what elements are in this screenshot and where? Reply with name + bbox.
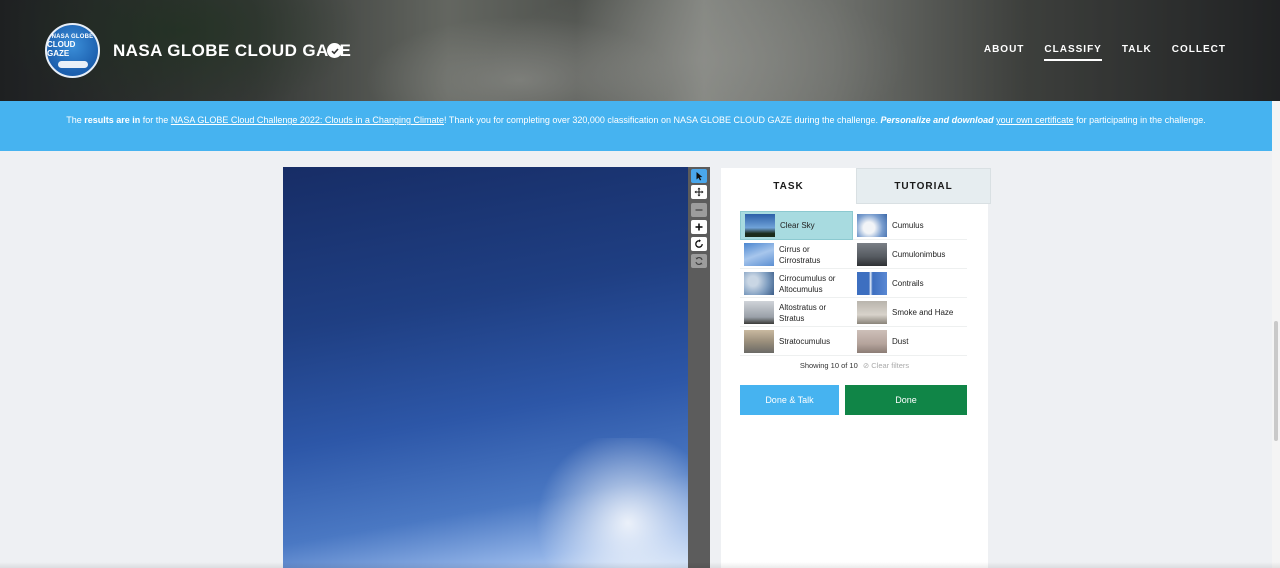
choice-thumbnail <box>857 243 887 266</box>
choice-stratocumulus[interactable]: Stratocumulus <box>740 327 853 356</box>
nav-collect[interactable]: COLLECT <box>1172 44 1226 61</box>
announcement-banner: The results are in for the NASA GLOBE Cl… <box>0 101 1272 151</box>
choice-cumulonimbus[interactable]: Cumulonimbus <box>853 240 966 269</box>
choice-dust[interactable]: Dust <box>853 327 966 356</box>
project-logo[interactable]: NASA GLOBE CLOUD GAZE <box>45 23 100 78</box>
project-nav: ABOUT CLASSIFY TALK COLLECT <box>984 44 1226 61</box>
choice-thumbnail <box>857 214 887 237</box>
challenge-link[interactable]: NASA GLOBE Cloud Challenge 2022: Clouds … <box>171 115 444 125</box>
choice-thumbnail <box>744 272 774 295</box>
subject-image[interactable] <box>283 167 688 568</box>
reset-view-icon[interactable] <box>691 254 707 268</box>
choice-thumbnail <box>857 301 887 324</box>
choice-cumulus[interactable]: Cumulus <box>853 211 966 240</box>
choice-contrails[interactable]: Contrails <box>853 269 966 298</box>
task-tabs: TASK TUTORIAL <box>721 168 991 204</box>
page-scrollbar[interactable] <box>1272 101 1280 568</box>
bottom-shadow <box>0 562 1280 568</box>
filter-status: Showing 10 of 10 ⊘ Clear filters <box>799 361 910 370</box>
pan-tool-icon[interactable] <box>691 185 707 199</box>
certificate-link[interactable]: your own certificate <box>996 115 1074 125</box>
choice-thumbnail <box>857 272 887 295</box>
done-button[interactable]: Done <box>845 385 967 415</box>
clear-filters-button[interactable]: ⊘ Clear filters <box>863 361 909 370</box>
project-title[interactable]: NASA GLOBE CLOUD GAZE <box>113 41 351 61</box>
choice-smoke-haze[interactable]: Smoke and Haze <box>853 298 966 327</box>
scrollbar-thumb[interactable] <box>1274 321 1278 441</box>
done-and-talk-button[interactable]: Done & Talk <box>740 385 839 415</box>
tab-tutorial[interactable]: TUTORIAL <box>856 168 991 204</box>
pointer-tool-icon[interactable] <box>691 169 707 183</box>
site-header: NASA GLOBE CLOUD GAZE NASA GLOBE CLOUD G… <box>0 0 1280 101</box>
nav-classify[interactable]: CLASSIFY <box>1044 44 1102 61</box>
zoom-out-icon[interactable] <box>691 203 707 217</box>
choice-thumbnail <box>857 330 887 353</box>
nav-talk[interactable]: TALK <box>1122 44 1152 61</box>
choice-clear-sky[interactable]: Clear Sky <box>740 211 853 240</box>
nav-about[interactable]: ABOUT <box>984 44 1025 61</box>
choice-cirrus[interactable]: Cirrus or Cirrostratus <box>740 240 853 269</box>
choice-grid: Clear Sky Cumulus Cirrus or Cirrostratus… <box>740 211 967 356</box>
zoom-in-icon[interactable] <box>691 220 707 234</box>
choice-thumbnail <box>745 214 775 237</box>
image-toolbar <box>688 167 710 568</box>
verified-badge-icon <box>327 43 342 58</box>
choice-thumbnail <box>744 243 774 266</box>
choice-cirrocumulus[interactable]: Cirrocumulus or Altocumulus <box>740 269 853 298</box>
choice-altostratus[interactable]: Altostratus or Stratus <box>740 298 853 327</box>
tab-task[interactable]: TASK <box>721 168 856 204</box>
cloud-icon <box>57 60 88 68</box>
choice-thumbnail <box>744 301 774 324</box>
task-panel: TASK TUTORIAL Clear Sky Cumulus Cirrus o… <box>721 168 991 568</box>
choice-thumbnail <box>744 330 774 353</box>
rotate-icon[interactable] <box>691 237 707 251</box>
